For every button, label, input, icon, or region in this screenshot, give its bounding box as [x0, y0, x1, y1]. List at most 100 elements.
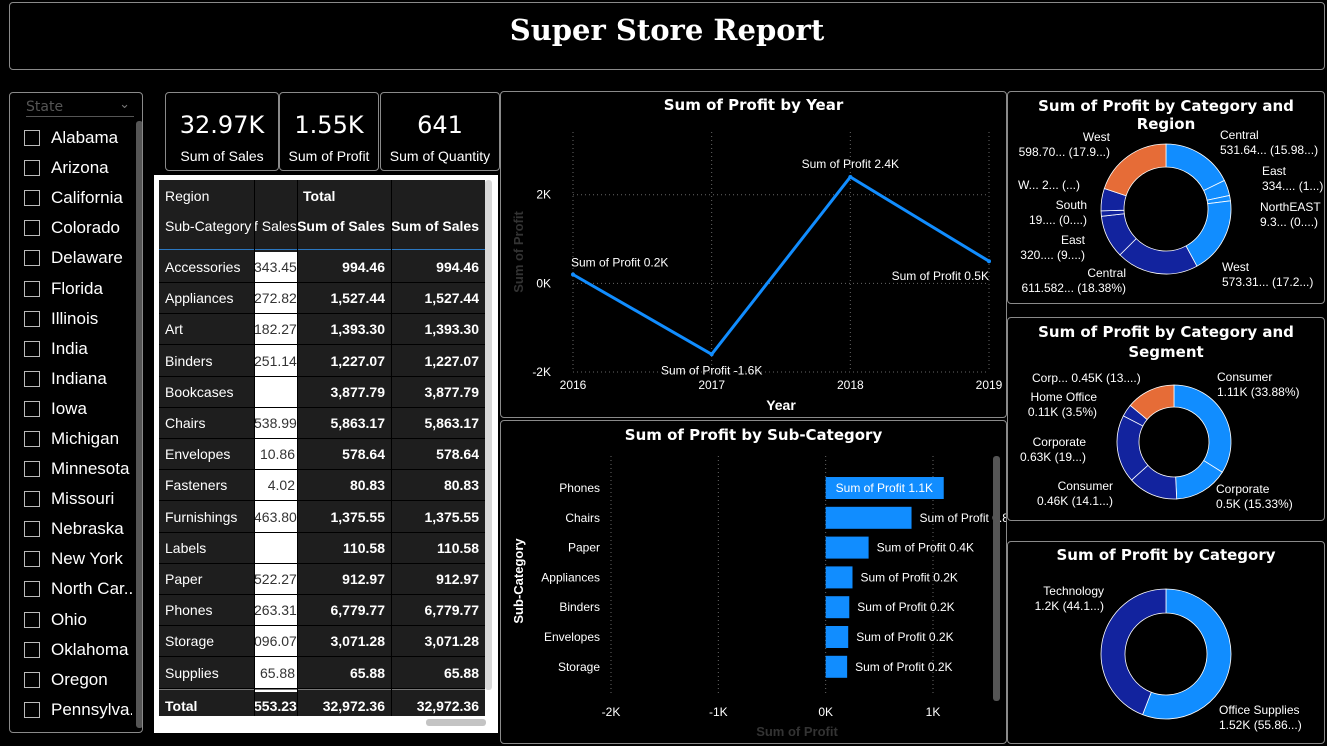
y-tick-label: Storage — [558, 660, 600, 674]
bar-chart-svg: -2K -1K 0K 1K Phones Sum of Profit 1.1K Chairs… — [511, 456, 1006, 739]
slice-label: Corporate — [1033, 435, 1087, 449]
profit-by-category-chart[interactable]: Sum of Profit by Category Office Supplie… — [1007, 541, 1325, 744]
profit-bar[interactable] — [825, 566, 853, 589]
checkbox[interactable] — [24, 701, 40, 718]
kpi-value: 32.97K — [179, 111, 265, 139]
slicer-item[interactable]: Ohio — [24, 605, 132, 635]
checkbox[interactable] — [24, 340, 40, 357]
profit-bar[interactable] — [825, 655, 848, 678]
profit-bar[interactable] — [825, 596, 850, 619]
row-partial-value: 10.86 — [259, 446, 295, 463]
checkbox[interactable] — [24, 250, 40, 267]
slicer-item[interactable]: Oklahoma — [24, 635, 132, 665]
kpi-label: Sum of Quantity — [389, 148, 491, 164]
slicer-header[interactable]: State ⌄ — [26, 97, 134, 117]
checkbox[interactable] — [24, 461, 40, 478]
slicer-item[interactable]: Nebraska — [24, 514, 132, 544]
slicer-item[interactable]: Arizona — [24, 153, 132, 183]
checkbox[interactable] — [24, 641, 40, 658]
slicer-item[interactable]: Pennsylva... — [24, 695, 132, 725]
checkbox[interactable] — [24, 220, 40, 237]
kpi-value: 641 — [417, 111, 463, 139]
row-partial-value: 251.14 — [254, 352, 297, 369]
data-point[interactable] — [709, 352, 714, 357]
slicer-item[interactable]: Oregon — [24, 665, 132, 695]
slicer-item-label: Pennsylva... — [51, 699, 132, 719]
x-tick-label: 2016 — [560, 378, 587, 392]
checkbox[interactable] — [24, 430, 40, 447]
slicer-item[interactable]: Missouri — [24, 484, 132, 514]
kpi-card-sales: 32.97K Sum of Sales — [165, 92, 279, 171]
slicer-item[interactable]: Colorado — [24, 213, 132, 243]
profit-by-category-segment-chart[interactable]: Sum of Profit by Category and Segment Co… — [1007, 317, 1325, 521]
slicer-item[interactable]: North Car... — [24, 574, 132, 604]
slicer-scrollbar[interactable] — [136, 121, 142, 728]
slicer-item[interactable]: Minnesota — [24, 454, 132, 484]
row-total: 80.83 — [443, 477, 479, 494]
checkbox[interactable] — [24, 160, 40, 177]
row-name: Accessories — [165, 259, 241, 275]
checkbox[interactable] — [24, 280, 40, 297]
slice-value-label: 0.11K (3.5%) — [1028, 405, 1097, 419]
sales-matrix[interactable]: Region Total Sub-Category f Sales Sum of Sal… — [154, 175, 498, 733]
y-tick-label: -2K — [532, 365, 551, 379]
donut-slice[interactable] — [1103, 143, 1167, 197]
slicer-item[interactable]: Iowa — [24, 394, 132, 424]
profit-bar[interactable] — [825, 626, 849, 648]
slicer-item[interactable]: Indiana — [24, 364, 132, 394]
chart-scrollbar[interactable] — [993, 456, 1000, 701]
row-name: Appliances — [165, 290, 234, 307]
data-point[interactable] — [848, 175, 853, 179]
checkbox[interactable] — [24, 611, 40, 628]
slicer-item[interactable]: India — [24, 334, 132, 364]
row-sales: 912.97 — [342, 571, 385, 587]
donut-slice[interactable] — [1119, 238, 1198, 275]
checkbox[interactable] — [24, 310, 40, 327]
slicer-item[interactable]: Delaware — [24, 243, 132, 273]
checkbox[interactable] — [24, 671, 40, 688]
header-separator — [159, 249, 485, 250]
donut-slice[interactable] — [1165, 143, 1225, 192]
slicer-item-label: Arizona — [51, 158, 109, 178]
profit-by-subcategory-chart[interactable]: Sum of Profit by Sub-Category -2K -1K 0K 1K… — [500, 420, 1007, 744]
slicer-item[interactable]: Florida — [24, 273, 132, 303]
total-row-partial: 553.23 — [254, 697, 297, 714]
slicer-item[interactable]: California — [24, 183, 132, 213]
profit-by-year-chart[interactable]: Sum of Profit by Year 2K 0K -2K 2016 2017 201… — [500, 91, 1007, 418]
profit-by-category-region-chart[interactable]: Sum of Profit by Category and Region Cen… — [1007, 91, 1325, 304]
checkbox[interactable] — [24, 581, 40, 598]
data-point[interactable] — [987, 259, 991, 264]
matrix-vertical-scrollbar[interactable] — [485, 180, 492, 690]
chevron-down-icon[interactable]: ⌄ — [119, 97, 130, 112]
y-tick-label: 0K — [536, 276, 551, 290]
checkbox[interactable] — [24, 521, 40, 538]
profit-bar[interactable] — [825, 506, 912, 529]
slicer-item[interactable]: Alabama — [24, 123, 132, 153]
slicer-item-label: Oklahoma — [51, 639, 129, 659]
row-sales: 1,527.44 — [330, 290, 386, 307]
slicer-item-label: Iowa — [51, 398, 87, 418]
row-sales: 3,877.79 — [330, 383, 386, 400]
checkbox[interactable] — [24, 190, 40, 207]
matrix-horizontal-scrollbar[interactable] — [426, 719, 486, 726]
slicer-item[interactable]: Illinois — [24, 304, 132, 334]
row-sales: 80.83 — [349, 477, 385, 494]
checkbox[interactable] — [24, 491, 40, 508]
donut-slice[interactable] — [1185, 200, 1232, 267]
checkbox[interactable] — [24, 551, 40, 568]
state-slicer[interactable]: State ⌄ Alabama Arizona California Colorado… — [9, 92, 143, 733]
column-divider — [391, 180, 392, 716]
slicer-item[interactable]: Michigan — [24, 424, 132, 454]
row-total: 994.46 — [436, 259, 479, 275]
slicer-item[interactable]: New York — [24, 544, 132, 574]
slice-value-label: 1.2K (44.1...) — [1035, 599, 1104, 613]
data-label: Sum of Profit 0.4K — [877, 541, 974, 555]
header-sum-of-sales: Sum of Sales — [297, 218, 385, 234]
checkbox[interactable] — [24, 370, 40, 387]
profit-bar[interactable] — [825, 536, 869, 559]
checkbox[interactable] — [24, 400, 40, 417]
checkbox[interactable] — [24, 130, 40, 147]
y-axis-title: Sub-Category — [511, 538, 526, 624]
row-name: Phones — [165, 602, 213, 619]
data-point[interactable] — [571, 272, 575, 277]
